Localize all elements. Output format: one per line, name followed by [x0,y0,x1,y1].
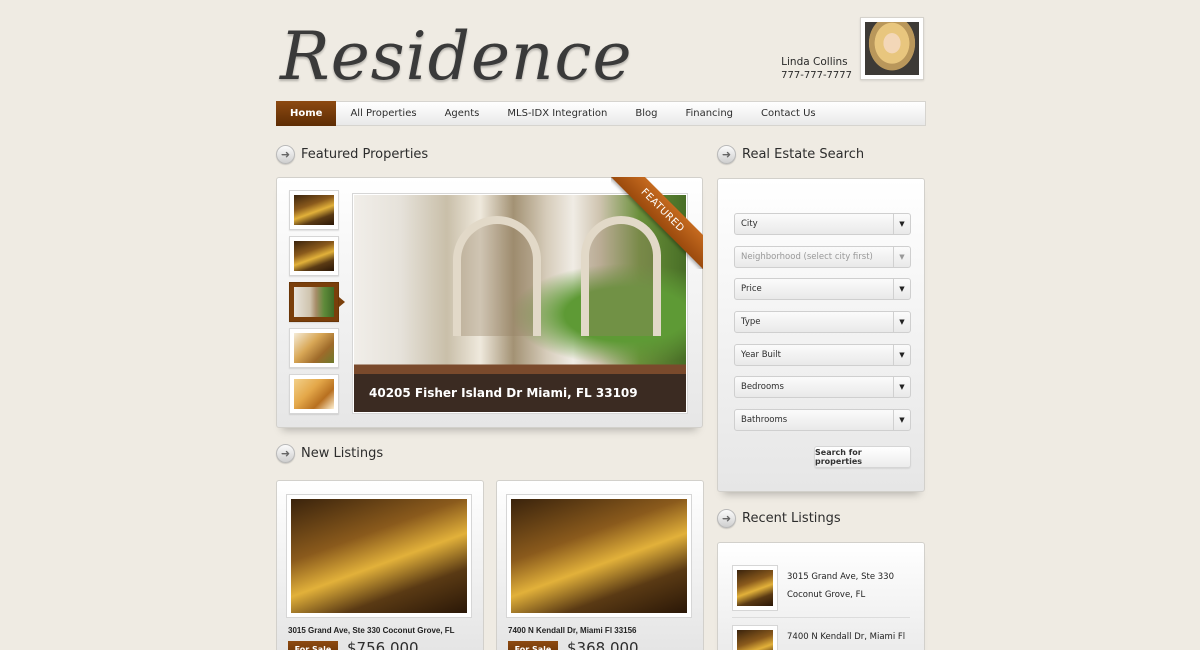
recent-listings-panel: 3015 Grand Ave, Ste 330 Coconut Grove, F… [717,542,925,650]
arrow-right-circle-icon: ➜ [717,509,736,528]
nav-mls-idx[interactable]: MLS-IDX Integration [493,102,621,125]
agent-avatar[interactable] [860,17,924,80]
main-nav: Home All Properties Agents MLS-IDX Integ… [276,101,926,126]
year-built-select-label: Year Built [741,350,781,360]
page: Residence Linda Collins 777-777-7777 Hom… [276,0,926,650]
listing-image [511,499,687,613]
recent-listing-line1: 3015 Grand Ave, Ste 330 [787,572,894,582]
caret-down-icon[interactable]: ▼ [893,214,910,234]
recent-listing-item[interactable]: 3015 Grand Ave, Ste 330 Coconut Grove, F… [732,565,912,615]
recent-listing-thumb[interactable] [732,565,778,611]
search-heading: ➜ Real Estate Search [717,145,864,164]
for-sale-badge: For Sale [508,641,558,650]
thumbnail-image [294,333,334,363]
featured-title: Featured Properties [301,147,429,162]
listing-price: $756,000 [347,639,419,650]
agent-phone: 777-777-7777 [781,70,852,81]
featured-thumbnail[interactable] [289,328,339,368]
recent-listing-line2: Coconut Grove, FL [787,590,866,600]
nav-agents[interactable]: Agents [431,102,494,125]
featured-ribbon-wrap: FEATURED [611,177,703,269]
arrow-right-circle-icon: ➜ [276,145,295,164]
new-listings-heading: ➜ New Listings [276,444,383,463]
listing-photo[interactable] [286,494,472,618]
nav-home[interactable]: Home [276,101,337,126]
recent-listing-item[interactable]: 7400 N Kendall Dr, Miami Fl 33156 [732,625,912,650]
nav-blog[interactable]: Blog [621,102,671,125]
featured-thumbnail[interactable] [289,374,339,414]
recent-listing-line2: 33156 [787,646,905,650]
price-select-label: Price [741,284,762,294]
for-sale-badge: For Sale [288,641,338,650]
listing-card[interactable]: 7400 N Kendall Dr, Miami Fl 33156 For Sa… [496,480,704,650]
caret-down-icon[interactable]: ▼ [893,377,910,397]
featured-thumbnail[interactable] [289,236,339,276]
nav-financing[interactable]: Financing [671,102,747,125]
recent-listings-heading: ➜ Recent Listings [717,509,841,528]
listing-price: $368,000 [567,639,639,650]
recent-listing-text[interactable]: 7400 N Kendall Dr, Miami Fl 33156 [787,628,905,650]
new-listings-title: New Listings [301,446,384,461]
price-select[interactable]: Price ▼ [734,278,911,300]
type-select[interactable]: Type ▼ [734,311,911,333]
listing-photo[interactable] [506,494,692,618]
thumbnail-image [294,287,334,317]
recent-listing-line1: 7400 N Kendall Dr, Miami Fl [787,632,906,642]
agent-name[interactable]: Linda Collins [781,55,852,69]
recent-listing-thumb[interactable] [732,625,778,650]
featured-heading: ➜ Featured Properties [276,145,428,164]
caret-down-icon[interactable]: ▼ [893,345,910,365]
thumbnail-image [294,379,334,409]
search-properties-button[interactable]: Search for properties [814,446,911,468]
neighborhood-select-label: Neighborhood (select city first) [741,252,873,262]
divider [732,617,910,618]
featured-caption[interactable]: 40205 Fisher Island Dr Miami, FL 33109 [354,374,686,412]
caret-down-icon[interactable]: ▼ [893,312,910,332]
listing-address[interactable]: 3015 Grand Ave, Ste 330 Coconut Grove, F… [288,626,455,635]
bathrooms-select[interactable]: Bathrooms ▼ [734,409,911,431]
recent-listing-image [737,570,773,606]
arrow-right-circle-icon: ➜ [717,145,736,164]
type-select-label: Type [741,317,761,327]
site-logo[interactable]: Residence [280,18,633,95]
bathrooms-select-label: Bathrooms [741,415,788,425]
featured-thumbnail-active[interactable] [289,282,345,322]
featured-thumbnail[interactable] [289,190,339,230]
agent-info: Linda Collins 777-777-7777 [781,55,852,83]
recent-listing-image [737,630,773,650]
listing-card[interactable]: 3015 Grand Ave, Ste 330 Coconut Grove, F… [276,480,484,650]
listing-image [291,499,467,613]
bedrooms-select-label: Bedrooms [741,382,784,392]
thumbnail-image [294,195,334,225]
city-select[interactable]: City ▼ [734,213,911,235]
caret-down-icon[interactable]: ▼ [893,410,910,430]
city-select-label: City [741,219,758,229]
year-built-select[interactable]: Year Built ▼ [734,344,911,366]
neighborhood-select[interactable]: Neighborhood (select city first) ▼ [734,246,911,268]
caret-down-icon[interactable]: ▼ [893,247,910,267]
nav-contact-us[interactable]: Contact Us [747,102,830,125]
arrow-right-circle-icon: ➜ [276,444,295,463]
listing-address[interactable]: 7400 N Kendall Dr, Miami Fl 33156 [508,626,637,635]
nav-all-properties[interactable]: All Properties [336,102,430,125]
photo-arch [453,216,541,336]
thumbnail-image [294,241,334,271]
search-panel: City ▼ Neighborhood (select city first) ▼ … [717,178,925,492]
agent-photo [865,22,919,75]
recent-listings-title: Recent Listings [742,511,841,526]
search-title: Real Estate Search [742,147,865,162]
caret-down-icon[interactable]: ▼ [893,279,910,299]
bedrooms-select[interactable]: Bedrooms ▼ [734,376,911,398]
featured-ribbon: FEATURED [611,177,703,269]
featured-slider: 40205 Fisher Island Dr Miami, FL 33109 F… [276,177,703,428]
recent-listing-text[interactable]: 3015 Grand Ave, Ste 330 Coconut Grove, F… [787,568,894,604]
